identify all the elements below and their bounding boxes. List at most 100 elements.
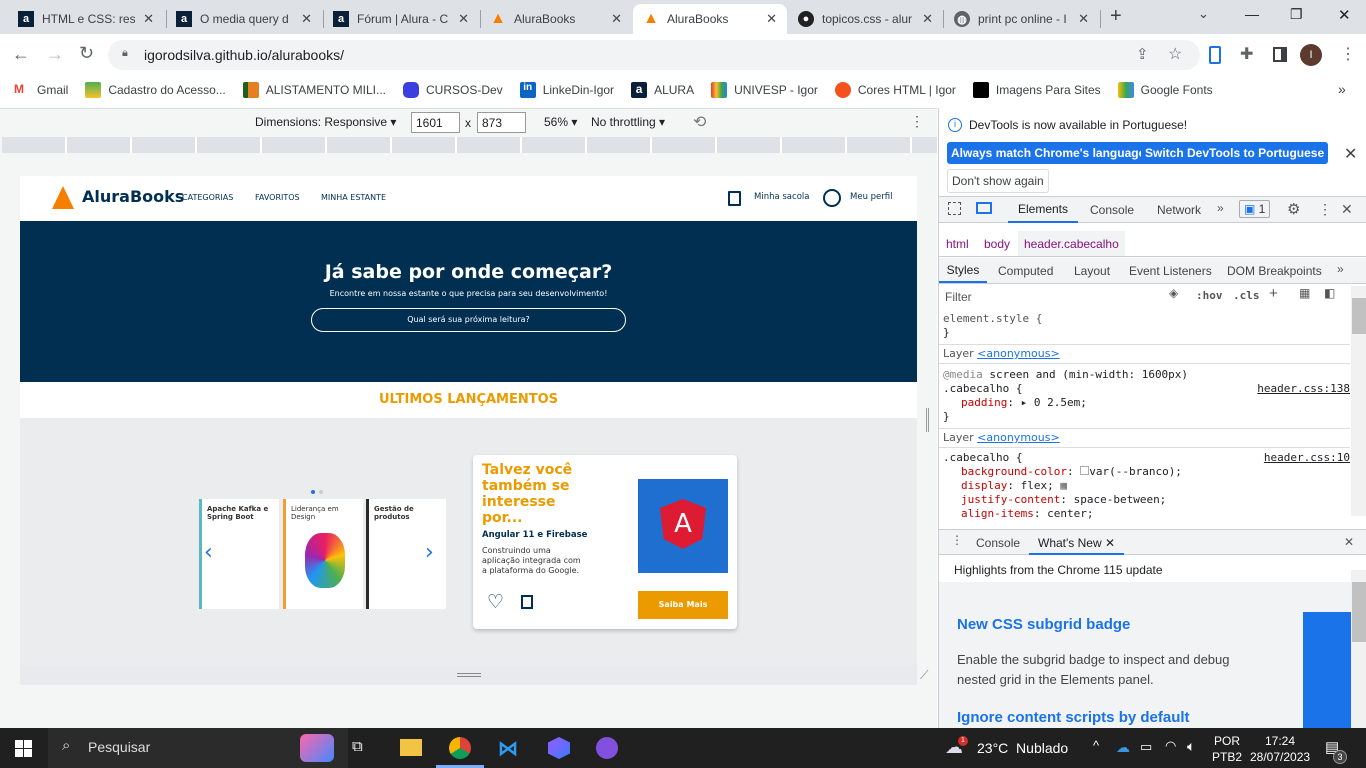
tab-network[interactable]: Network [1157,203,1201,217]
resize-corner-icon[interactable]: ⟋ [920,668,928,683]
address-bar[interactable]: 🔒︎ igorodsilva.github.io/alurabooks/ ⇪ ☆ [108,40,1200,70]
width-input[interactable]: 1601 [411,112,460,133]
onedrive-icon[interactable]: ☁ [1116,739,1130,756]
tab-elements[interactable]: Elements [1008,197,1078,223]
book-cover[interactable]: Gestão de produtos [366,499,446,609]
browser-tab[interactable]: ▲ AluraBooks ✕ [480,4,632,34]
color-swatch[interactable] [1080,466,1090,475]
always-match-language-button[interactable]: Always match Chrome's language [947,142,1150,164]
search-input[interactable]: Qual será sua próxima leitura? [311,308,626,332]
sidebar-toggle-icon[interactable]: ◧ [1324,286,1335,300]
bookmark-gmail[interactable]: M Gmail [14,82,68,98]
more-subtabs-icon[interactable]: » [1337,262,1344,276]
carousel-prev-icon[interactable]: ‹ [204,540,213,565]
bookmark-imagens[interactable]: Imagens Para Sites [972,82,1101,98]
book-cover[interactable]: Liderança em Design [283,499,363,609]
side-panel-icon[interactable] [1273,47,1287,62]
bookmark-alistamento[interactable]: ALISTAMENTO MILI... [242,82,386,98]
start-icon[interactable] [15,740,32,757]
drawer-scrollbar[interactable] [1351,570,1366,728]
reload-icon[interactable]: ↻ [79,43,94,64]
app-icon[interactable] [548,737,570,759]
browser-tab[interactable]: ◍ print pc online - I ✕ [944,4,1099,34]
bookmark-linkedin[interactable]: in LinkeDin-Igor [519,82,614,98]
angular-book-cover[interactable]: A [638,479,728,573]
chrome-icon[interactable] [449,737,471,759]
tab-search-icon[interactable]: ⌄ [1198,6,1209,22]
bookmark-google-fonts[interactable]: Google Fonts [1117,82,1213,98]
bookmark-univesp[interactable]: UNIVESP - Igor [711,82,818,98]
tab-console[interactable]: Console [1090,203,1134,217]
close-drawer-icon[interactable]: ✕ [1344,535,1354,549]
avatar[interactable]: I [1300,44,1322,66]
drawer-tab-console[interactable]: Console [976,536,1020,550]
device-icon[interactable] [1209,46,1221,64]
layer-link[interactable]: <anonymous> [977,347,1060,360]
close-tab-icon[interactable]: ✕ [766,11,777,27]
clock[interactable]: 17:24 28/07/2023 [1250,733,1310,765]
close-tab-icon[interactable]: ✕ [1078,11,1089,27]
tray-chevron-icon[interactable]: ^ [1093,738,1099,753]
settings-gear-icon[interactable]: ⚙ [1287,200,1300,218]
drawer-tab-whats-new[interactable]: What's New ✕ [1029,530,1125,555]
wifi-icon[interactable]: ◠ [1165,738,1176,754]
crumb-body[interactable]: body [984,237,1010,251]
subtab-styles[interactable]: Styles [939,258,987,283]
new-tab-button[interactable]: + [1110,5,1122,28]
subtab-event-listeners[interactable]: Event Listeners [1129,264,1212,278]
close-tab-icon[interactable]: ✕ [458,11,469,27]
media-query-bar[interactable] [2,137,937,153]
more-tabs-icon[interactable]: » [1217,201,1224,215]
battery-icon[interactable]: ▭ [1140,739,1152,755]
height-input[interactable]: 873 [477,112,526,133]
github-desktop-icon[interactable] [596,737,618,759]
switch-to-portuguese-button[interactable]: Switch DevTools to Portuguese [1141,142,1329,164]
language-indicator[interactable]: POR PTB2 [1212,733,1242,765]
bag-link[interactable]: Minha sacola [754,192,809,202]
file-explorer-icon[interactable] [400,739,422,756]
crumb-header[interactable]: header.cabecalho [1018,231,1125,256]
source-link[interactable]: header.css:138 [1257,382,1350,396]
paint-icon[interactable]: ▦ [1299,286,1310,300]
bookmark-alura[interactable]: a ALURA [631,82,694,98]
dont-show-again-button[interactable]: Don't show again [947,169,1049,193]
carousel-dots[interactable] [311,483,329,508]
hov-toggle[interactable]: :hov [1196,289,1223,302]
zoom-select[interactable]: 56% ▾ [544,115,577,129]
browser-tab[interactable]: a Fórum | Alura - C ✕ [323,4,479,34]
browser-tab[interactable]: ● topicos.css - alur ✕ [788,4,943,34]
nav-favoritos[interactable]: FAVORITOS [255,193,300,202]
weather-text[interactable]: 23°C Nublado [977,740,1068,756]
menu-icon[interactable]: ⋮ [1340,44,1356,64]
devtools-menu-icon[interactable]: ⋮ [1318,201,1332,218]
drawer-menu-icon[interactable]: ⋮ [951,533,963,547]
close-tab-icon[interactable]: ✕ [611,11,622,27]
resize-handle-right[interactable] [926,408,929,432]
bookmark-cursos[interactable]: CURSOS-Dev [403,82,503,98]
vscode-icon[interactable]: ⋈ [498,736,518,761]
crumb-html[interactable]: html [946,237,969,251]
cls-toggle[interactable]: .cls [1233,289,1260,302]
browser-tab[interactable]: aO media query d ✕ [166,4,322,34]
more-bookmarks-icon[interactable]: » [1338,81,1346,97]
forward-icon[interactable]: → [46,44,64,65]
site-logo[interactable]: AluraBooks [82,187,184,206]
new-rule-icon[interactable]: + [1269,285,1278,302]
back-icon[interactable]: ← [12,44,30,65]
restore-button[interactable]: ❐ [1290,6,1303,23]
browser-tab[interactable]: a HTML e CSS: resp ✕ [8,4,164,34]
news-link[interactable]: Ignore content scripts by default [957,709,1190,726]
nav-categorias[interactable]: CATEGORIAS [182,193,233,202]
device-more-icon[interactable]: ⋮ [910,113,924,130]
layer-link[interactable]: <anonymous> [977,431,1060,444]
dimensions-select[interactable]: Dimensions: Responsive ▾ [255,115,396,129]
close-devtools-icon[interactable]: ✕ [1341,201,1353,218]
bookmark-star-icon[interactable]: ☆ [1168,44,1182,64]
bookmark-cadastro[interactable]: Cadastro do Acesso... [85,82,226,98]
resize-bar-bottom[interactable] [20,665,917,685]
source-link[interactable]: header.css:10 [1264,451,1350,465]
styles-scrollbar[interactable] [1351,286,1366,516]
flexbox-editor-icon[interactable]: ▦ [1060,479,1067,492]
subtab-computed[interactable]: Computed [998,264,1053,278]
issues-badge[interactable]: ▣ 1 [1239,200,1271,218]
